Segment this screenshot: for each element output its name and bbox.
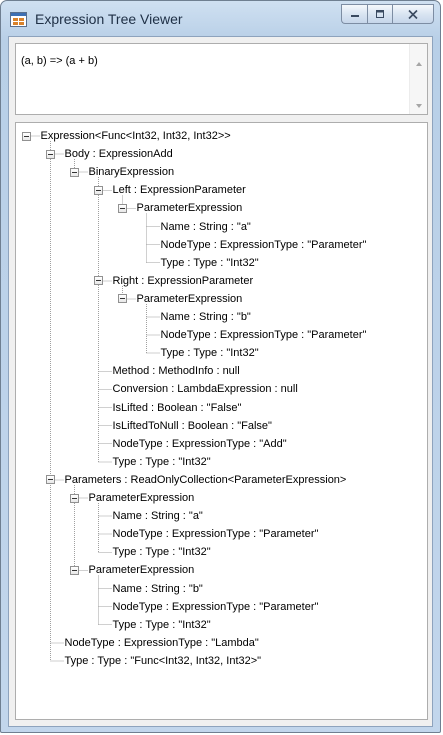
tree-node-label[interactable]: NodeType : ExpressionType : "Parameter" <box>113 525 319 543</box>
tree-node-label[interactable]: Conversion : LambdaExpression : null <box>113 380 298 398</box>
app-icon <box>10 12 27 27</box>
tree-collapse-toggle-icon[interactable] <box>118 203 127 213</box>
tree-collapse-toggle-icon[interactable] <box>118 294 127 304</box>
tree-node-label[interactable]: ParameterExpression <box>89 489 195 507</box>
tree-node-label[interactable]: Type : Type : "Int32" <box>161 254 259 272</box>
expression-textbox[interactable]: (a, b) => (a + b) <box>15 43 428 115</box>
tree-node-label[interactable]: Type : Type : "Int32" <box>113 543 211 561</box>
tree-collapse-toggle-icon[interactable] <box>94 276 103 286</box>
tree-node-label[interactable]: Right : ExpressionParameter <box>113 272 254 290</box>
close-button[interactable] <box>392 4 434 24</box>
tree-node-label[interactable]: BinaryExpression <box>89 163 175 181</box>
tree-collapse-toggle-icon[interactable] <box>94 185 103 195</box>
close-icon <box>408 9 418 19</box>
tree-node-label[interactable]: NodeType : ExpressionType : "Parameter" <box>113 598 319 616</box>
tree-node-label[interactable]: Name : String : "b" <box>113 580 203 598</box>
scroll-up-arrow-icon[interactable] <box>416 62 422 66</box>
tree-node-label[interactable]: Type : Type : "Int32" <box>113 453 211 471</box>
tree-node-label[interactable]: Name : String : "a" <box>161 218 251 236</box>
tree-node-label[interactable]: Type : Type : "Int32" <box>161 344 259 362</box>
tree-collapse-toggle-icon[interactable] <box>70 493 79 503</box>
scroll-down-arrow-icon[interactable] <box>416 104 422 108</box>
tree-node-label[interactable]: ParameterExpression <box>89 561 195 579</box>
minimize-icon <box>350 15 359 17</box>
tree-collapse-toggle-icon[interactable] <box>46 149 55 159</box>
tree-node-label[interactable]: NodeType : ExpressionType : "Parameter" <box>161 236 367 254</box>
tree-node-label[interactable]: NodeType : ExpressionType : "Parameter" <box>161 326 367 344</box>
tree-node-label[interactable]: NodeType : ExpressionType : "Add" <box>113 435 287 453</box>
caption-buttons <box>341 4 434 25</box>
tree-collapse-toggle-icon[interactable] <box>70 565 79 575</box>
tree-node-label[interactable]: ParameterExpression <box>137 199 243 217</box>
maximize-icon <box>376 10 384 18</box>
tree-collapse-toggle-icon[interactable] <box>46 475 55 485</box>
tree-node-label[interactable]: ParameterExpression <box>137 290 243 308</box>
expression-text: (a, b) => (a + b) <box>21 55 98 67</box>
expression-tree-view[interactable]: Expression<Func<Int32, Int32, Int32>> Bod… <box>15 122 428 720</box>
tree-collapse-toggle-icon[interactable] <box>22 131 31 141</box>
tree-node-label[interactable]: Type : Type : "Func<Int32, Int32, Int32>… <box>65 652 262 670</box>
tree-collapse-toggle-icon[interactable] <box>70 167 79 177</box>
expression-scrollbar[interactable] <box>409 44 427 114</box>
tree-node-label[interactable]: Name : String : "b" <box>161 308 251 326</box>
tree-node-label[interactable]: IsLiftedToNull : Boolean : "False" <box>113 417 272 435</box>
window-title: Expression Tree Viewer <box>35 11 183 27</box>
client-area: (a, b) => (a + b) Expression<Func<Int32,… <box>8 36 433 727</box>
tree-node-label[interactable]: IsLifted : Boolean : "False" <box>113 399 242 417</box>
title-bar[interactable]: Expression Tree Viewer <box>1 1 440 39</box>
tree-node-label[interactable]: Left : ExpressionParameter <box>113 181 246 199</box>
app-window: Expression Tree Viewer (a, b) => (a + b)… <box>0 0 441 733</box>
tree-node-label[interactable]: Name : String : "a" <box>113 507 203 525</box>
minimize-button[interactable] <box>341 4 367 24</box>
tree-node-label[interactable]: Method : MethodInfo : null <box>113 362 240 380</box>
tree-node-label[interactable]: Body : ExpressionAdd <box>65 145 173 163</box>
maximize-button[interactable] <box>367 4 392 24</box>
tree-node-label[interactable]: Type : Type : "Int32" <box>113 616 211 634</box>
tree-node-label[interactable]: NodeType : ExpressionType : "Lambda" <box>65 634 259 652</box>
tree-node-label[interactable]: Expression<Func<Int32, Int32, Int32>> <box>41 127 231 145</box>
tree-node-label[interactable]: Parameters : ReadOnlyCollection<Paramete… <box>65 471 347 489</box>
